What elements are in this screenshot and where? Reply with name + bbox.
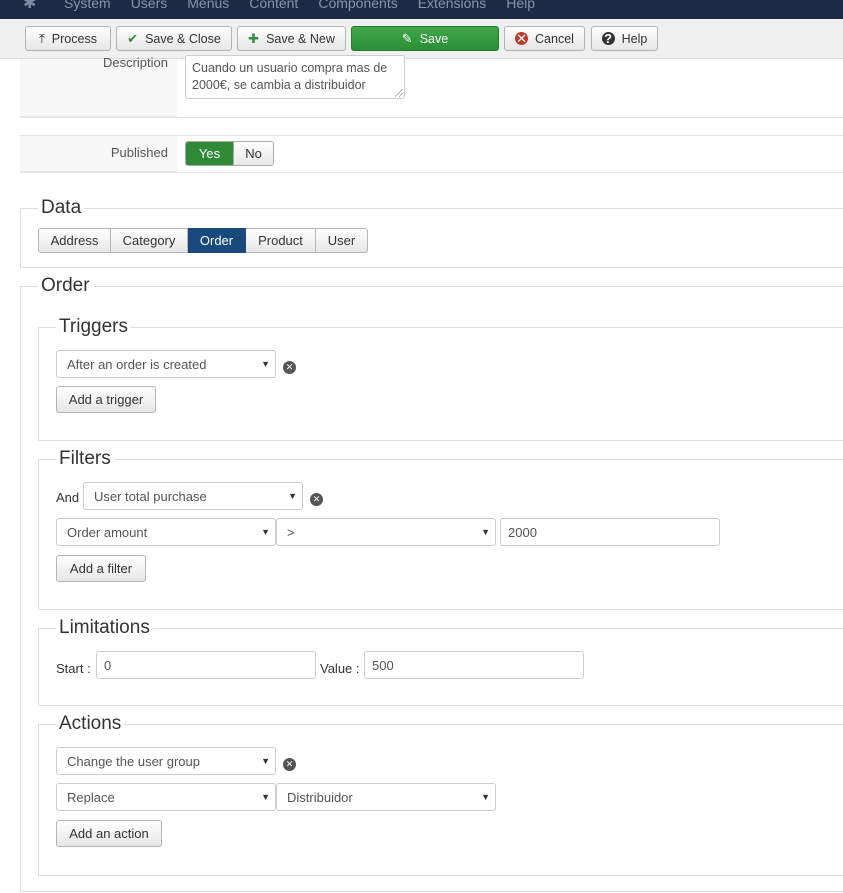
description-value: Cuando un usuario compra mas de 2000€, s… xyxy=(192,61,388,92)
menu-item-users[interactable]: Users xyxy=(131,0,168,11)
published-label-cell: Published xyxy=(20,136,177,172)
joomla-logo-icon[interactable]: ✱ xyxy=(23,0,36,13)
row-divider xyxy=(20,117,843,118)
save-label: Save xyxy=(419,31,449,46)
add-action-button[interactable]: Add an action xyxy=(56,820,162,847)
top-menu: System Users Menus Content Components Ex… xyxy=(64,0,555,11)
action-mode-select[interactable]: Replace ▼ xyxy=(56,783,276,811)
menu-item-system[interactable]: System xyxy=(64,0,111,11)
chevron-down-icon: ▼ xyxy=(261,527,270,537)
filter-operator-select[interactable]: > ▼ xyxy=(276,518,496,546)
chevron-down-icon: ▼ xyxy=(261,756,270,766)
check-icon: ✔ xyxy=(127,31,139,46)
tab-address[interactable]: Address xyxy=(38,228,111,253)
remove-filter-icon[interactable]: ✕ xyxy=(310,493,323,506)
filter-operator-value: > xyxy=(287,524,295,540)
plus-icon: ✚ xyxy=(248,31,260,46)
save-close-label: Save & Close xyxy=(145,31,221,46)
filters-legend: Filters xyxy=(56,448,114,470)
tab-order[interactable]: Order xyxy=(188,228,246,253)
top-navigation-bar: ✱ System Users Menus Content Components … xyxy=(0,0,843,19)
published-toggle[interactable]: Yes No xyxy=(185,141,274,166)
description-textarea[interactable]: Cuando un usuario compra mas de 2000€, s… xyxy=(185,55,405,99)
help-label: Help xyxy=(621,31,648,46)
published-yes-button[interactable]: Yes xyxy=(186,142,233,165)
description-label-cell: Description xyxy=(20,55,177,117)
trigger-select[interactable]: After an order is created ▼ xyxy=(56,350,276,378)
data-legend: Data xyxy=(38,197,85,219)
value-value: 500 xyxy=(372,657,394,673)
filter-type-select[interactable]: User total purchase ▼ xyxy=(83,482,303,510)
save-close-button[interactable]: ✔ Save & Close xyxy=(116,26,232,51)
question-icon: ? xyxy=(601,32,615,45)
start-input[interactable]: 0 xyxy=(96,651,316,679)
limitations-legend: Limitations xyxy=(56,617,153,639)
triggers-fieldset xyxy=(38,327,843,441)
start-value: 0 xyxy=(104,657,112,673)
start-label: Start : xyxy=(56,661,91,676)
cancel-label: Cancel xyxy=(535,31,574,46)
process-label: Process xyxy=(51,31,97,46)
save-button[interactable]: ✎ Save xyxy=(351,26,499,51)
cancel-button[interactable]: ✕ Cancel xyxy=(504,26,585,51)
value-label: Value : xyxy=(320,661,360,676)
chevron-down-icon: ▼ xyxy=(481,792,490,802)
filter-type-value: User total purchase xyxy=(94,488,207,504)
value-input[interactable]: 500 xyxy=(364,651,584,679)
toolbar: ⤒ Process ✔ Save & Close ✚ Save & New ✎ … xyxy=(0,19,843,59)
remove-trigger-icon[interactable]: ✕ xyxy=(283,361,296,374)
tab-category[interactable]: Category xyxy=(111,228,188,253)
chevron-down-icon: ▼ xyxy=(261,359,270,369)
actions-legend: Actions xyxy=(56,713,125,735)
and-label: And xyxy=(56,490,80,505)
add-trigger-button[interactable]: Add a trigger xyxy=(56,386,156,413)
published-no-button[interactable]: No xyxy=(233,142,273,165)
save-new-button[interactable]: ✚ Save & New xyxy=(237,26,346,51)
filter-field-value: Order amount xyxy=(67,524,148,540)
resize-grip-icon[interactable] xyxy=(395,89,403,97)
filter-value: 2000 xyxy=(508,524,537,540)
trigger-select-value: After an order is created xyxy=(67,356,207,372)
data-tabs: Address Category Order Product User xyxy=(38,228,368,253)
description-label: Description xyxy=(102,55,168,70)
action-group-select[interactable]: Distribuidor ▼ xyxy=(276,783,496,811)
edit-icon: ✎ xyxy=(401,31,413,46)
remove-action-icon[interactable]: ✕ xyxy=(283,758,296,771)
help-button[interactable]: ? Help xyxy=(591,26,658,51)
upload-icon: ⤒ xyxy=(39,31,45,46)
published-label: Published xyxy=(110,145,168,160)
tab-product[interactable]: Product xyxy=(246,228,316,253)
action-type-value: Change the user group xyxy=(67,753,200,769)
chevron-down-icon: ▼ xyxy=(261,792,270,802)
menu-item-content[interactable]: Content xyxy=(249,0,298,11)
menu-item-menus[interactable]: Menus xyxy=(187,0,229,11)
tab-user[interactable]: User xyxy=(316,228,368,253)
menu-item-extensions[interactable]: Extensions xyxy=(418,0,486,11)
row-divider xyxy=(20,172,843,173)
save-new-label: Save & New xyxy=(266,31,335,46)
menu-item-help[interactable]: Help xyxy=(506,0,535,11)
filter-value-input[interactable]: 2000 xyxy=(500,518,720,546)
process-button[interactable]: ⤒ Process xyxy=(25,26,111,51)
chevron-down-icon: ▼ xyxy=(288,491,297,501)
action-group-value: Distribuidor xyxy=(287,789,353,805)
chevron-down-icon: ▼ xyxy=(481,527,490,537)
triggers-legend: Triggers xyxy=(56,316,131,338)
add-filter-button[interactable]: Add a filter xyxy=(56,555,146,582)
filter-field-select[interactable]: Order amount ▼ xyxy=(56,518,276,546)
order-legend: Order xyxy=(38,275,93,297)
menu-item-components[interactable]: Components xyxy=(318,0,397,11)
action-mode-value: Replace xyxy=(67,789,115,805)
action-type-select[interactable]: Change the user group ▼ xyxy=(56,747,276,775)
cancel-icon: ✕ xyxy=(515,31,529,46)
